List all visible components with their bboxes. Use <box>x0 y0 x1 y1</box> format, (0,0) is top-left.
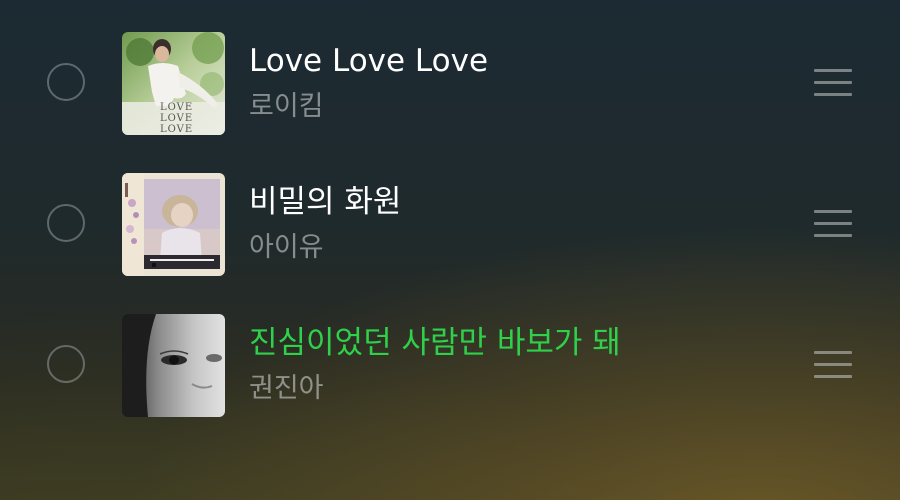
album-art-text: LOVE <box>160 124 193 135</box>
album-art-text: LOVE <box>160 102 193 113</box>
track-artist: 권진아 <box>249 373 324 404</box>
album-art <box>122 173 225 276</box>
playlist: LOVE LOVE LOVE Love Love Love 로이킴 비밀의 화원… <box>0 0 900 500</box>
track-row[interactable]: 진심이었던 사람만 바보가 돼 권진아 <box>0 314 900 418</box>
drag-handle-icon[interactable] <box>812 68 854 98</box>
select-checkbox[interactable] <box>47 204 85 242</box>
track-title: Love Love Love <box>249 43 489 79</box>
album-art-text: LOVE <box>160 113 193 124</box>
track-row[interactable]: 비밀의 화원 아이유 <box>0 173 900 277</box>
album-art <box>122 314 225 417</box>
track-title: 비밀의 화원 <box>249 184 402 220</box>
track-artist: 로이킴 <box>249 91 324 122</box>
track-title-now-playing: 진심이었던 사람만 바보가 돼 <box>249 325 621 361</box>
drag-handle-icon[interactable] <box>812 209 854 239</box>
album-art: LOVE LOVE LOVE <box>122 32 225 135</box>
track-row[interactable]: LOVE LOVE LOVE Love Love Love 로이킴 <box>0 32 900 136</box>
select-checkbox[interactable] <box>47 63 85 101</box>
track-artist: 아이유 <box>249 232 324 263</box>
drag-handle-icon[interactable] <box>812 350 854 380</box>
select-checkbox[interactable] <box>47 345 85 383</box>
